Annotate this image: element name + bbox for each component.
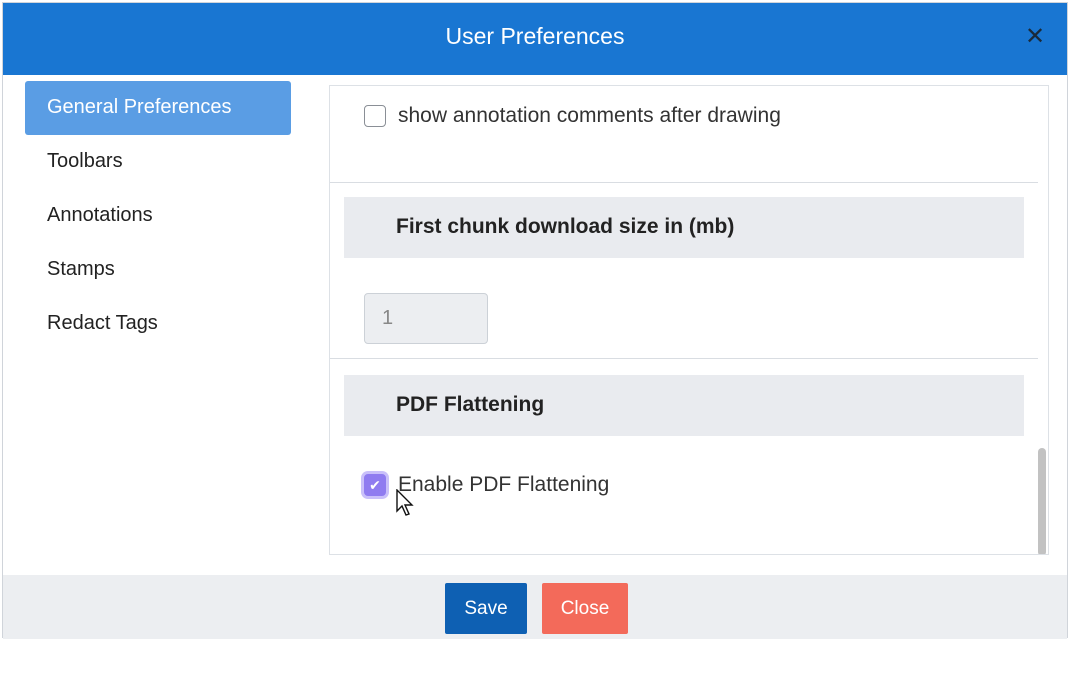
annotation-comments-checkbox[interactable] — [364, 105, 386, 127]
annotation-comments-row[interactable]: show annotation comments after drawing — [364, 104, 781, 128]
dialog-title: User Preferences — [445, 23, 625, 49]
sidebar-item-annotations[interactable]: Annotations — [25, 189, 291, 243]
dialog-titlebar: User Preferences ✕ — [3, 3, 1067, 75]
dialog-footer: Save Close — [3, 575, 1067, 639]
preferences-content-panel[interactable]: show annotation comments after drawing F… — [329, 85, 1049, 555]
pdf-flattening-label: Enable PDF Flattening — [398, 473, 610, 496]
user-preferences-dialog: User Preferences ✕ General Preferences T… — [2, 2, 1068, 639]
save-button[interactable]: Save — [445, 583, 527, 634]
sidebar-item-stamps[interactable]: Stamps — [25, 243, 291, 297]
sidebar-item-toolbars[interactable]: Toolbars — [25, 135, 291, 189]
mouse-pointer-icon — [396, 489, 414, 516]
close-icon[interactable]: ✕ — [1023, 25, 1047, 49]
scrollbar-thumb[interactable] — [1038, 448, 1046, 554]
chunk-size-section: First chunk download size in (mb) 1 — [330, 183, 1038, 359]
sidebar-item-general-preferences[interactable]: General Preferences — [25, 81, 291, 135]
chunk-size-heading: First chunk download size in (mb) — [344, 197, 1024, 258]
sidebar-item-redact-tags[interactable]: Redact Tags — [25, 297, 291, 351]
content-scrollbar[interactable] — [1036, 86, 1048, 554]
preferences-sidebar: General Preferences Toolbars Annotations… — [25, 81, 291, 351]
annotation-comments-section: show annotation comments after drawing — [330, 86, 1038, 183]
annotation-comments-label: show annotation comments after drawing — [398, 104, 781, 127]
chunk-size-input[interactable]: 1 — [364, 293, 488, 344]
pdf-flattening-section: PDF Flattening ✔ Enable PDF Flattening — [330, 359, 1038, 554]
close-button[interactable]: Close — [542, 583, 628, 634]
pdf-flattening-heading: PDF Flattening — [344, 375, 1024, 436]
pdf-flattening-checkbox[interactable]: ✔ — [364, 474, 386, 496]
